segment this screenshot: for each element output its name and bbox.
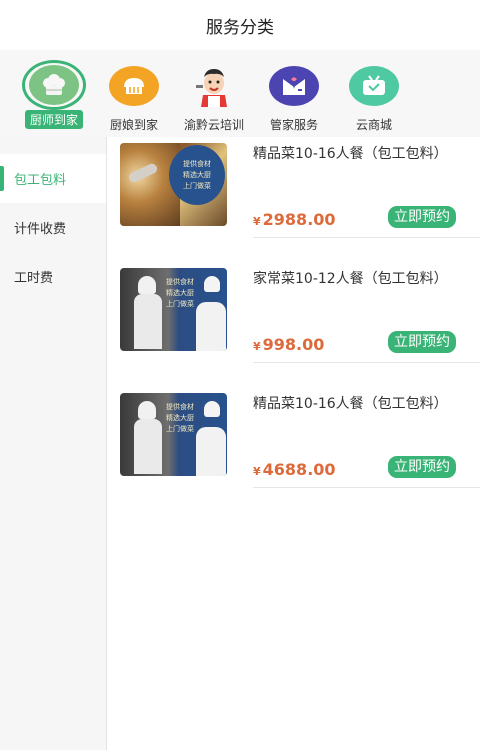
price-value: 4688.00: [262, 460, 336, 479]
product-card[interactable]: 提供食材 精选大厨 上门做菜 家常菜10-12人餐（包工包料） ¥998.00 …: [120, 268, 480, 393]
product-info: 精品菜10-16人餐（包工包料） ¥4688.00 立即预约: [253, 393, 480, 488]
currency-symbol: ¥: [253, 340, 261, 353]
product-image[interactable]: 提供食材 精选大厨 上门做菜: [120, 268, 227, 351]
banner-line: 精选大厨: [166, 288, 194, 297]
category-female-cook-ring: [104, 62, 164, 110]
category-butler-label: 管家服务: [269, 118, 318, 132]
category-training-ring: [184, 62, 244, 110]
product-price: ¥4688.00: [253, 460, 336, 479]
product-card[interactable]: 提供食材 精选大厨 上门做菜 精品菜10-16人餐（包工包料） ¥2988.00…: [120, 143, 480, 268]
product-list: 提供食材 精选大厨 上门做菜 精品菜10-16人餐（包工包料） ¥2988.00…: [107, 137, 480, 750]
currency-symbol: ¥: [253, 215, 261, 228]
top-bar: 服务分类: [0, 0, 480, 50]
banner-line: 上门做菜: [166, 299, 194, 308]
book-now-button[interactable]: 立即预约: [388, 206, 456, 228]
page-title: 服务分类: [206, 17, 274, 38]
product-banner: 提供食材 精选大厨 上门做菜: [157, 399, 203, 437]
category-butler[interactable]: 管家服务: [254, 62, 334, 137]
cook-mascot-icon: [189, 66, 239, 107]
sidebar-item-per-piece[interactable]: 计件收费: [0, 203, 106, 252]
product-image[interactable]: 提供食材 精选大厨 上门做菜: [120, 393, 227, 476]
product-name[interactable]: 精品菜10-16人餐（包工包料）: [253, 145, 480, 164]
sidebar-item-hourly[interactable]: 工时费: [0, 252, 106, 301]
price-value: 998.00: [262, 335, 325, 354]
product-name[interactable]: 精品菜10-16人餐（包工包料）: [253, 395, 480, 414]
banner-line: 提供食材: [166, 277, 194, 286]
product-card[interactable]: 提供食材 精选大厨 上门做菜 精品菜10-16人餐（包工包料） ¥4688.00…: [120, 393, 480, 518]
book-now-button[interactable]: 立即预约: [388, 456, 456, 478]
product-price: ¥2988.00: [253, 210, 336, 229]
banner-line: 精选大厨: [183, 170, 211, 179]
category-shop-ring: [344, 62, 404, 110]
chef-hat-icon: [29, 65, 79, 105]
category-shop-label: 云商城: [355, 118, 392, 132]
product-info: 家常菜10-12人餐（包工包料） ¥998.00 立即预约: [253, 268, 480, 363]
shop-tv-icon: [349, 66, 399, 106]
product-image[interactable]: 提供食材 精选大厨 上门做菜: [120, 143, 227, 226]
bread-icon: [109, 66, 159, 106]
main-area: 包工包料 计件收费 工时费 提供食材 精选大厨 上门做菜 精品菜10-16人餐（…: [0, 137, 480, 750]
product-banner: 提供食材 精选大厨 上门做菜: [169, 145, 225, 205]
banner-line: 上门做菜: [166, 424, 194, 433]
currency-symbol: ¥: [253, 465, 261, 478]
banner-line: 精选大厨: [166, 413, 194, 422]
category-bar: 厨师到家 厨娘到家 渝黔云培训 管家服务 云商城: [0, 50, 480, 137]
category-female-cook-label: 厨娘到家: [109, 118, 158, 132]
sidebar-item-all-inclusive[interactable]: 包工包料: [0, 154, 106, 203]
category-shop[interactable]: 云商城: [334, 62, 414, 137]
category-training-label: 渝黔云培训: [183, 118, 244, 132]
sidebar: 包工包料 计件收费 工时费: [0, 137, 107, 750]
butler-suit-icon: [269, 66, 319, 106]
category-chef[interactable]: 厨师到家: [14, 60, 94, 137]
product-info: 精品菜10-16人餐（包工包料） ¥2988.00 立即预约: [253, 143, 480, 238]
product-banner: 提供食材 精选大厨 上门做菜: [157, 274, 203, 312]
category-training[interactable]: 渝黔云培训: [174, 62, 254, 137]
banner-line: 提供食材: [183, 159, 211, 168]
category-chef-label: 厨师到家: [24, 110, 83, 129]
banner-line: 提供食材: [166, 402, 194, 411]
category-female-cook[interactable]: 厨娘到家: [94, 62, 174, 137]
category-chef-ring: [22, 60, 86, 110]
category-butler-ring: [264, 62, 324, 110]
banner-line: 上门做菜: [183, 181, 211, 190]
price-value: 2988.00: [262, 210, 336, 229]
product-name[interactable]: 家常菜10-12人餐（包工包料）: [253, 270, 480, 289]
book-now-button[interactable]: 立即预约: [388, 331, 456, 353]
product-price: ¥998.00: [253, 335, 324, 354]
